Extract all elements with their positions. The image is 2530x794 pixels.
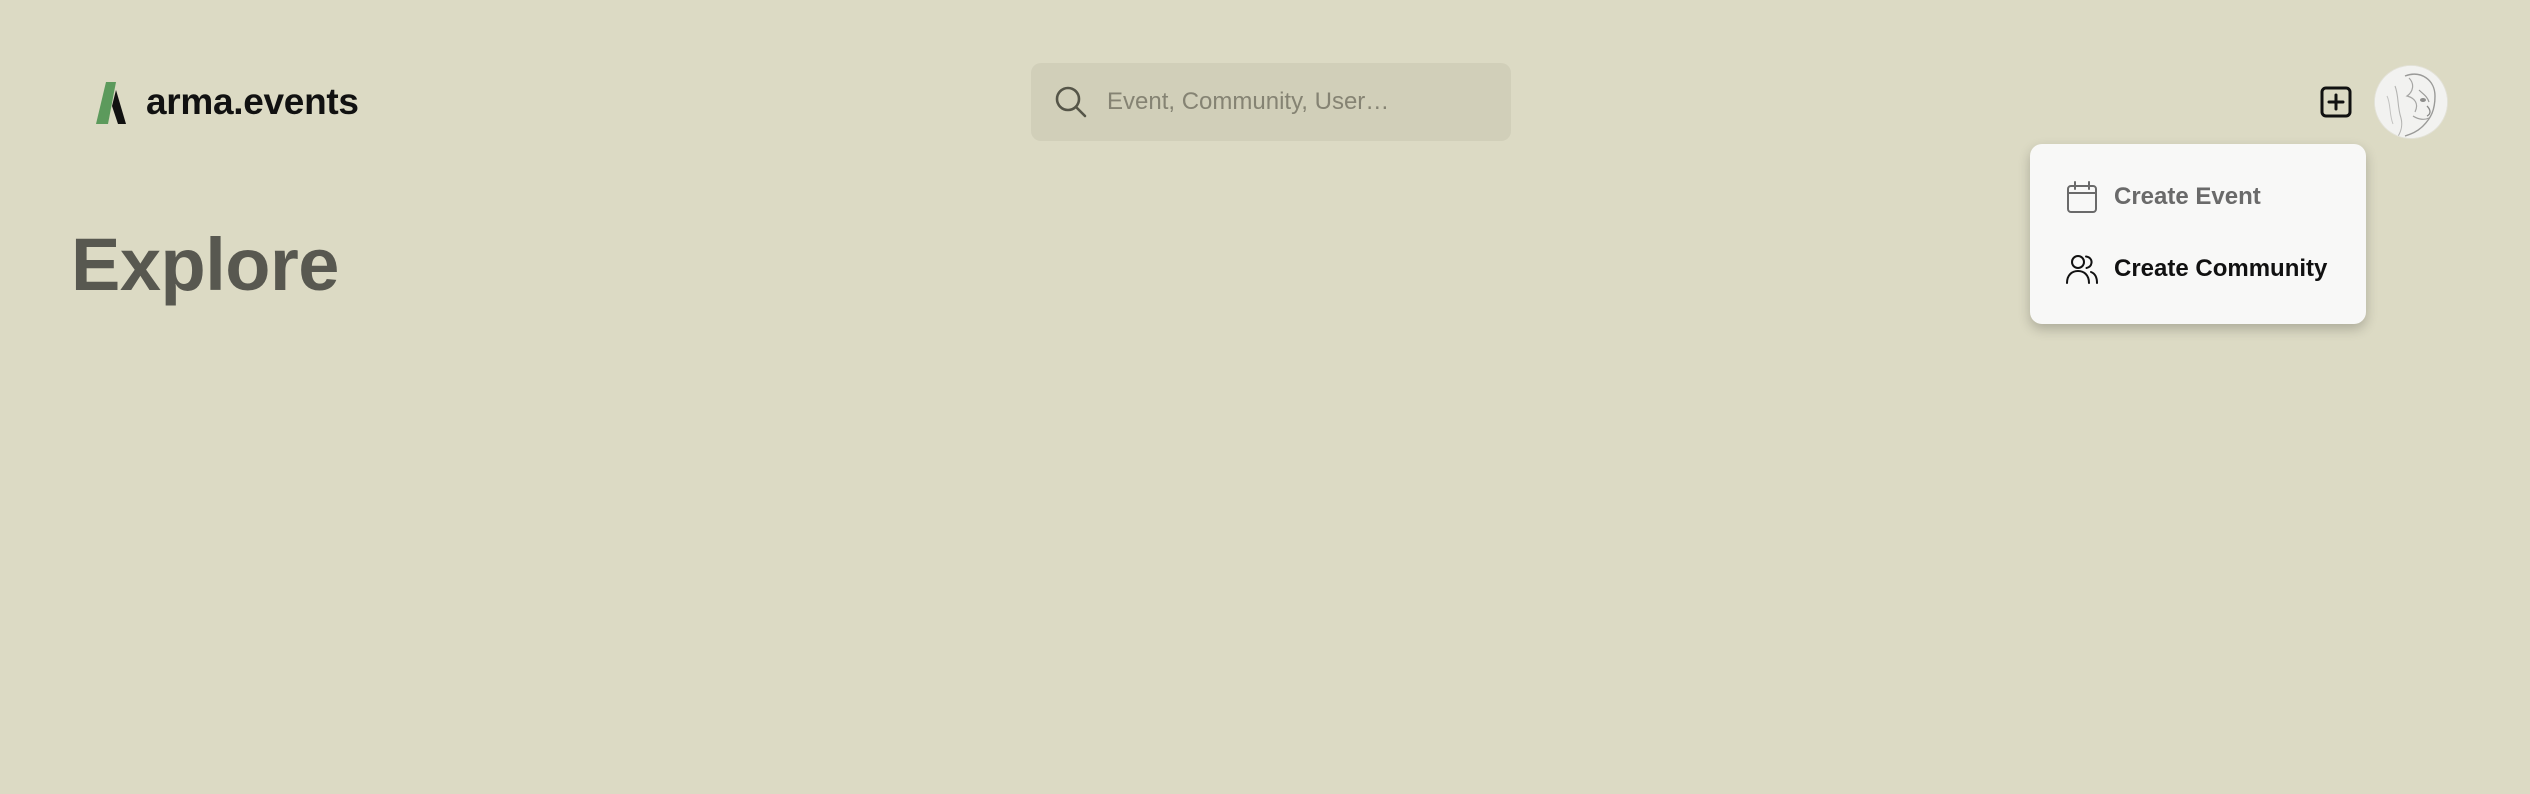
- plus-square-icon: [2320, 86, 2352, 118]
- user-avatar[interactable]: [2375, 66, 2447, 138]
- menu-item-create-event[interactable]: Create Event: [2064, 177, 2261, 217]
- search-input[interactable]: [1105, 87, 1489, 117]
- menu-item-create-community[interactable]: Create Community: [2064, 249, 2327, 289]
- menu-item-label: Create Event: [2114, 183, 2261, 210]
- menu-item-label: Create Community: [2114, 255, 2328, 282]
- calendar-icon: [2067, 181, 2097, 213]
- create-menu: Create Event Create Community: [2030, 144, 2366, 324]
- brand-mark-icon: [96, 82, 126, 124]
- brand-logo[interactable]: arma.events: [94, 80, 359, 124]
- users-icon: [2066, 255, 2098, 284]
- search-icon: [1055, 86, 1087, 118]
- create-button[interactable]: [2319, 85, 2353, 119]
- avatar-image: [2375, 66, 2447, 138]
- page-title: Explore: [71, 223, 339, 306]
- search-bar[interactable]: [1031, 63, 1511, 141]
- brand-name: arma.events: [146, 81, 359, 122]
